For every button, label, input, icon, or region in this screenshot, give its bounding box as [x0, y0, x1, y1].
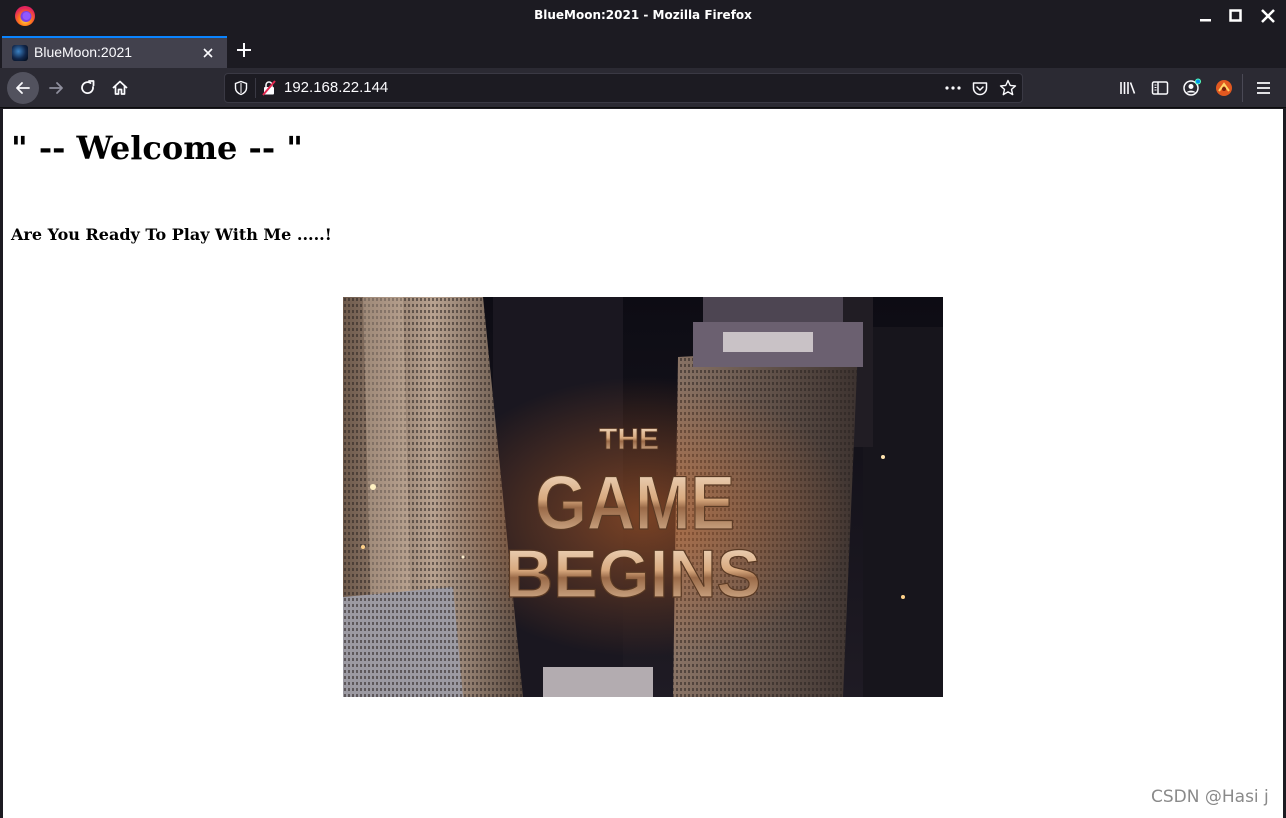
- navigation-toolbar: 192.168.22.144: [0, 68, 1286, 108]
- page-heading: " -- Welcome -- ": [11, 129, 303, 167]
- watermark-text: CSDN @Hasi j: [1151, 787, 1269, 807]
- toolbar-separator: [1242, 74, 1243, 102]
- page-actions-icon[interactable]: [943, 80, 963, 96]
- hero-line-begins: BEGINS: [505, 536, 761, 612]
- page-viewport: " -- Welcome -- " Are You Ready To Play …: [3, 109, 1283, 818]
- extension-icon[interactable]: [1214, 78, 1234, 98]
- home-icon: [112, 80, 128, 95]
- address-bar[interactable]: 192.168.22.144: [224, 73, 1023, 103]
- forward-icon: [49, 82, 63, 94]
- site-favicon-icon: [12, 45, 28, 61]
- window-titlebar: BlueMoon:2021 - Mozilla Firefox: [0, 0, 1286, 32]
- hero-image: THE GAME BEGINS: [343, 297, 943, 697]
- tracking-shield-icon[interactable]: [233, 80, 249, 96]
- back-icon: [16, 82, 30, 94]
- hero-line-game: GAME: [535, 461, 735, 546]
- home-button[interactable]: [104, 72, 136, 104]
- tab-bluemoon[interactable]: BlueMoon:2021: [2, 36, 227, 68]
- reload-icon: [81, 80, 95, 95]
- reload-button[interactable]: [72, 72, 104, 104]
- library-icon[interactable]: [1118, 78, 1138, 98]
- back-button[interactable]: [7, 72, 39, 104]
- pocket-icon[interactable]: [971, 80, 989, 98]
- forward-button[interactable]: [40, 72, 72, 104]
- hero-line-the: THE: [599, 423, 659, 456]
- tab-label: BlueMoon:2021: [34, 44, 133, 60]
- window-title: BlueMoon:2021 - Mozilla Firefox: [534, 8, 752, 22]
- tab-strip: BlueMoon:2021: [0, 32, 1286, 68]
- new-tab-icon[interactable]: [234, 40, 254, 60]
- close-icon[interactable]: [1258, 6, 1278, 26]
- bookmark-star-icon[interactable]: [999, 79, 1017, 97]
- account-icon[interactable]: [1182, 78, 1202, 98]
- urlbar-separator: [255, 78, 256, 98]
- tab-close-icon[interactable]: [200, 45, 216, 61]
- minimize-icon[interactable]: [1196, 6, 1216, 26]
- page-subheading: Are You Ready To Play With Me .....!: [11, 225, 332, 244]
- sidebar-icon[interactable]: [1150, 78, 1170, 98]
- menu-icon[interactable]: [1255, 78, 1273, 98]
- url-text[interactable]: 192.168.22.144: [284, 79, 388, 96]
- insecure-lock-icon[interactable]: [261, 80, 277, 96]
- maximize-icon[interactable]: [1226, 6, 1246, 26]
